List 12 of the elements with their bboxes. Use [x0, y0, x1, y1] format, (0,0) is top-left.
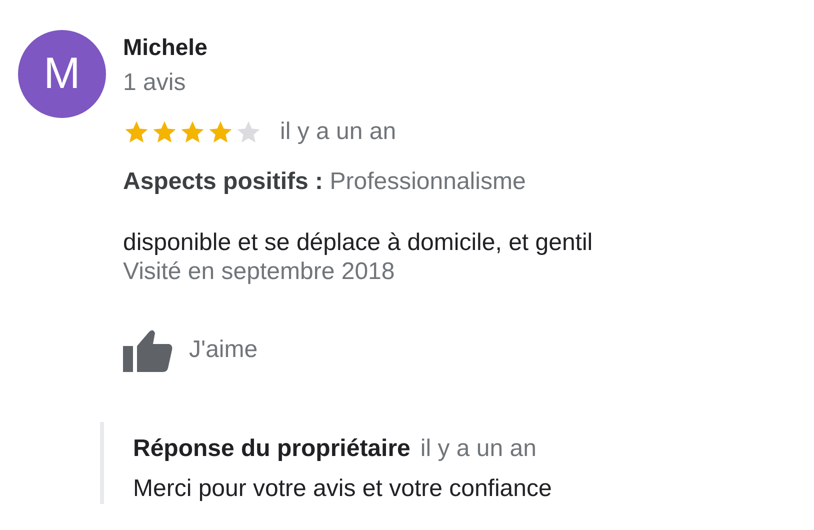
reviewer-name[interactable]: Michele: [123, 32, 593, 62]
review-count: 1 avis: [123, 68, 187, 98]
reply-text: Merci pour votre avis et votre confiance: [133, 474, 553, 504]
visit-date: Visité en septembre 2018: [123, 258, 396, 286]
avatar-letter: M: [44, 49, 80, 99]
thumbs-up-icon: [123, 328, 173, 372]
review-time: il y a un an: [280, 118, 396, 146]
reply-title: Réponse du propriétaire: [133, 434, 410, 464]
positive-aspects: Aspects positifs : Professionnalisme: [123, 168, 527, 196]
like-button[interactable]: J'aime: [123, 328, 258, 372]
review-text: disponible et se déplace à domicile, et gentil: [123, 228, 593, 258]
reply-time: il y a un an: [420, 434, 536, 464]
